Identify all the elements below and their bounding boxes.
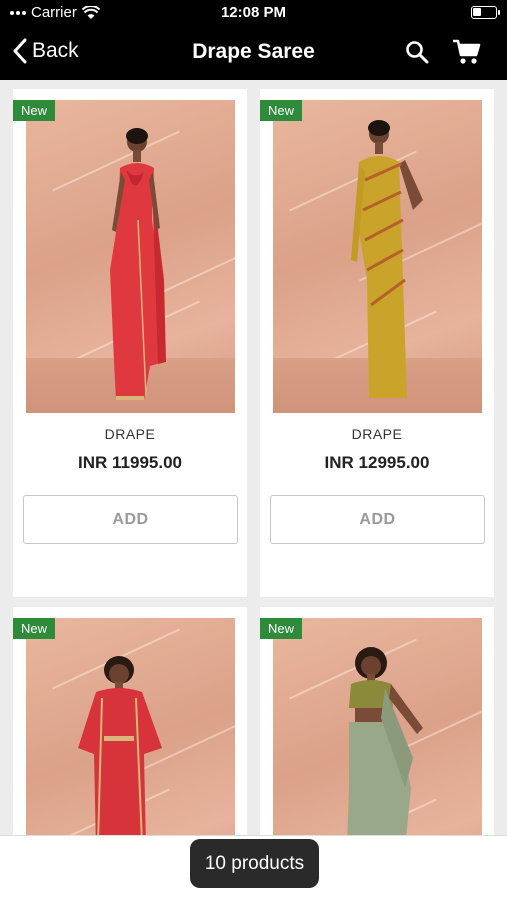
add-to-cart-button[interactable]: ADD: [23, 495, 238, 544]
new-badge: New: [13, 100, 56, 121]
model-figure: [110, 128, 166, 400]
status-bar: Carrier 12:08 PM: [0, 0, 507, 26]
product-price: INR 11995.00: [78, 453, 182, 472]
new-badge: New: [13, 618, 56, 639]
new-badge: New: [260, 618, 303, 639]
product-image[interactable]: [273, 100, 482, 413]
status-time: 12:08 PM: [220, 4, 287, 21]
product-card[interactable]: New DRAPE INR 11995.00 ADD: [13, 89, 247, 597]
page-title: Drape Saree: [192, 40, 315, 63]
search-button[interactable]: [404, 39, 430, 70]
product-image[interactable]: [26, 100, 235, 413]
cart-icon: [453, 39, 481, 64]
model-figure: [351, 120, 423, 398]
product-grid: New DRAPE INR 11995.00 ADD New DRAPE INR…: [0, 80, 507, 900]
product-name: DRAPE: [104, 426, 156, 442]
new-badge: New: [260, 100, 303, 121]
product-card[interactable]: New DRAPE INR 12995.00 ADD: [260, 89, 494, 597]
add-to-cart-button[interactable]: ADD: [270, 495, 485, 544]
battery-icon: [471, 6, 500, 19]
product-count-toast: 10 products: [190, 839, 319, 888]
cart-button[interactable]: [452, 38, 482, 71]
search-icon: [406, 41, 429, 64]
nav-bar: Back Drape Saree: [0, 26, 507, 80]
product-name: DRAPE: [351, 426, 403, 442]
product-price: INR 12995.00: [324, 453, 430, 472]
